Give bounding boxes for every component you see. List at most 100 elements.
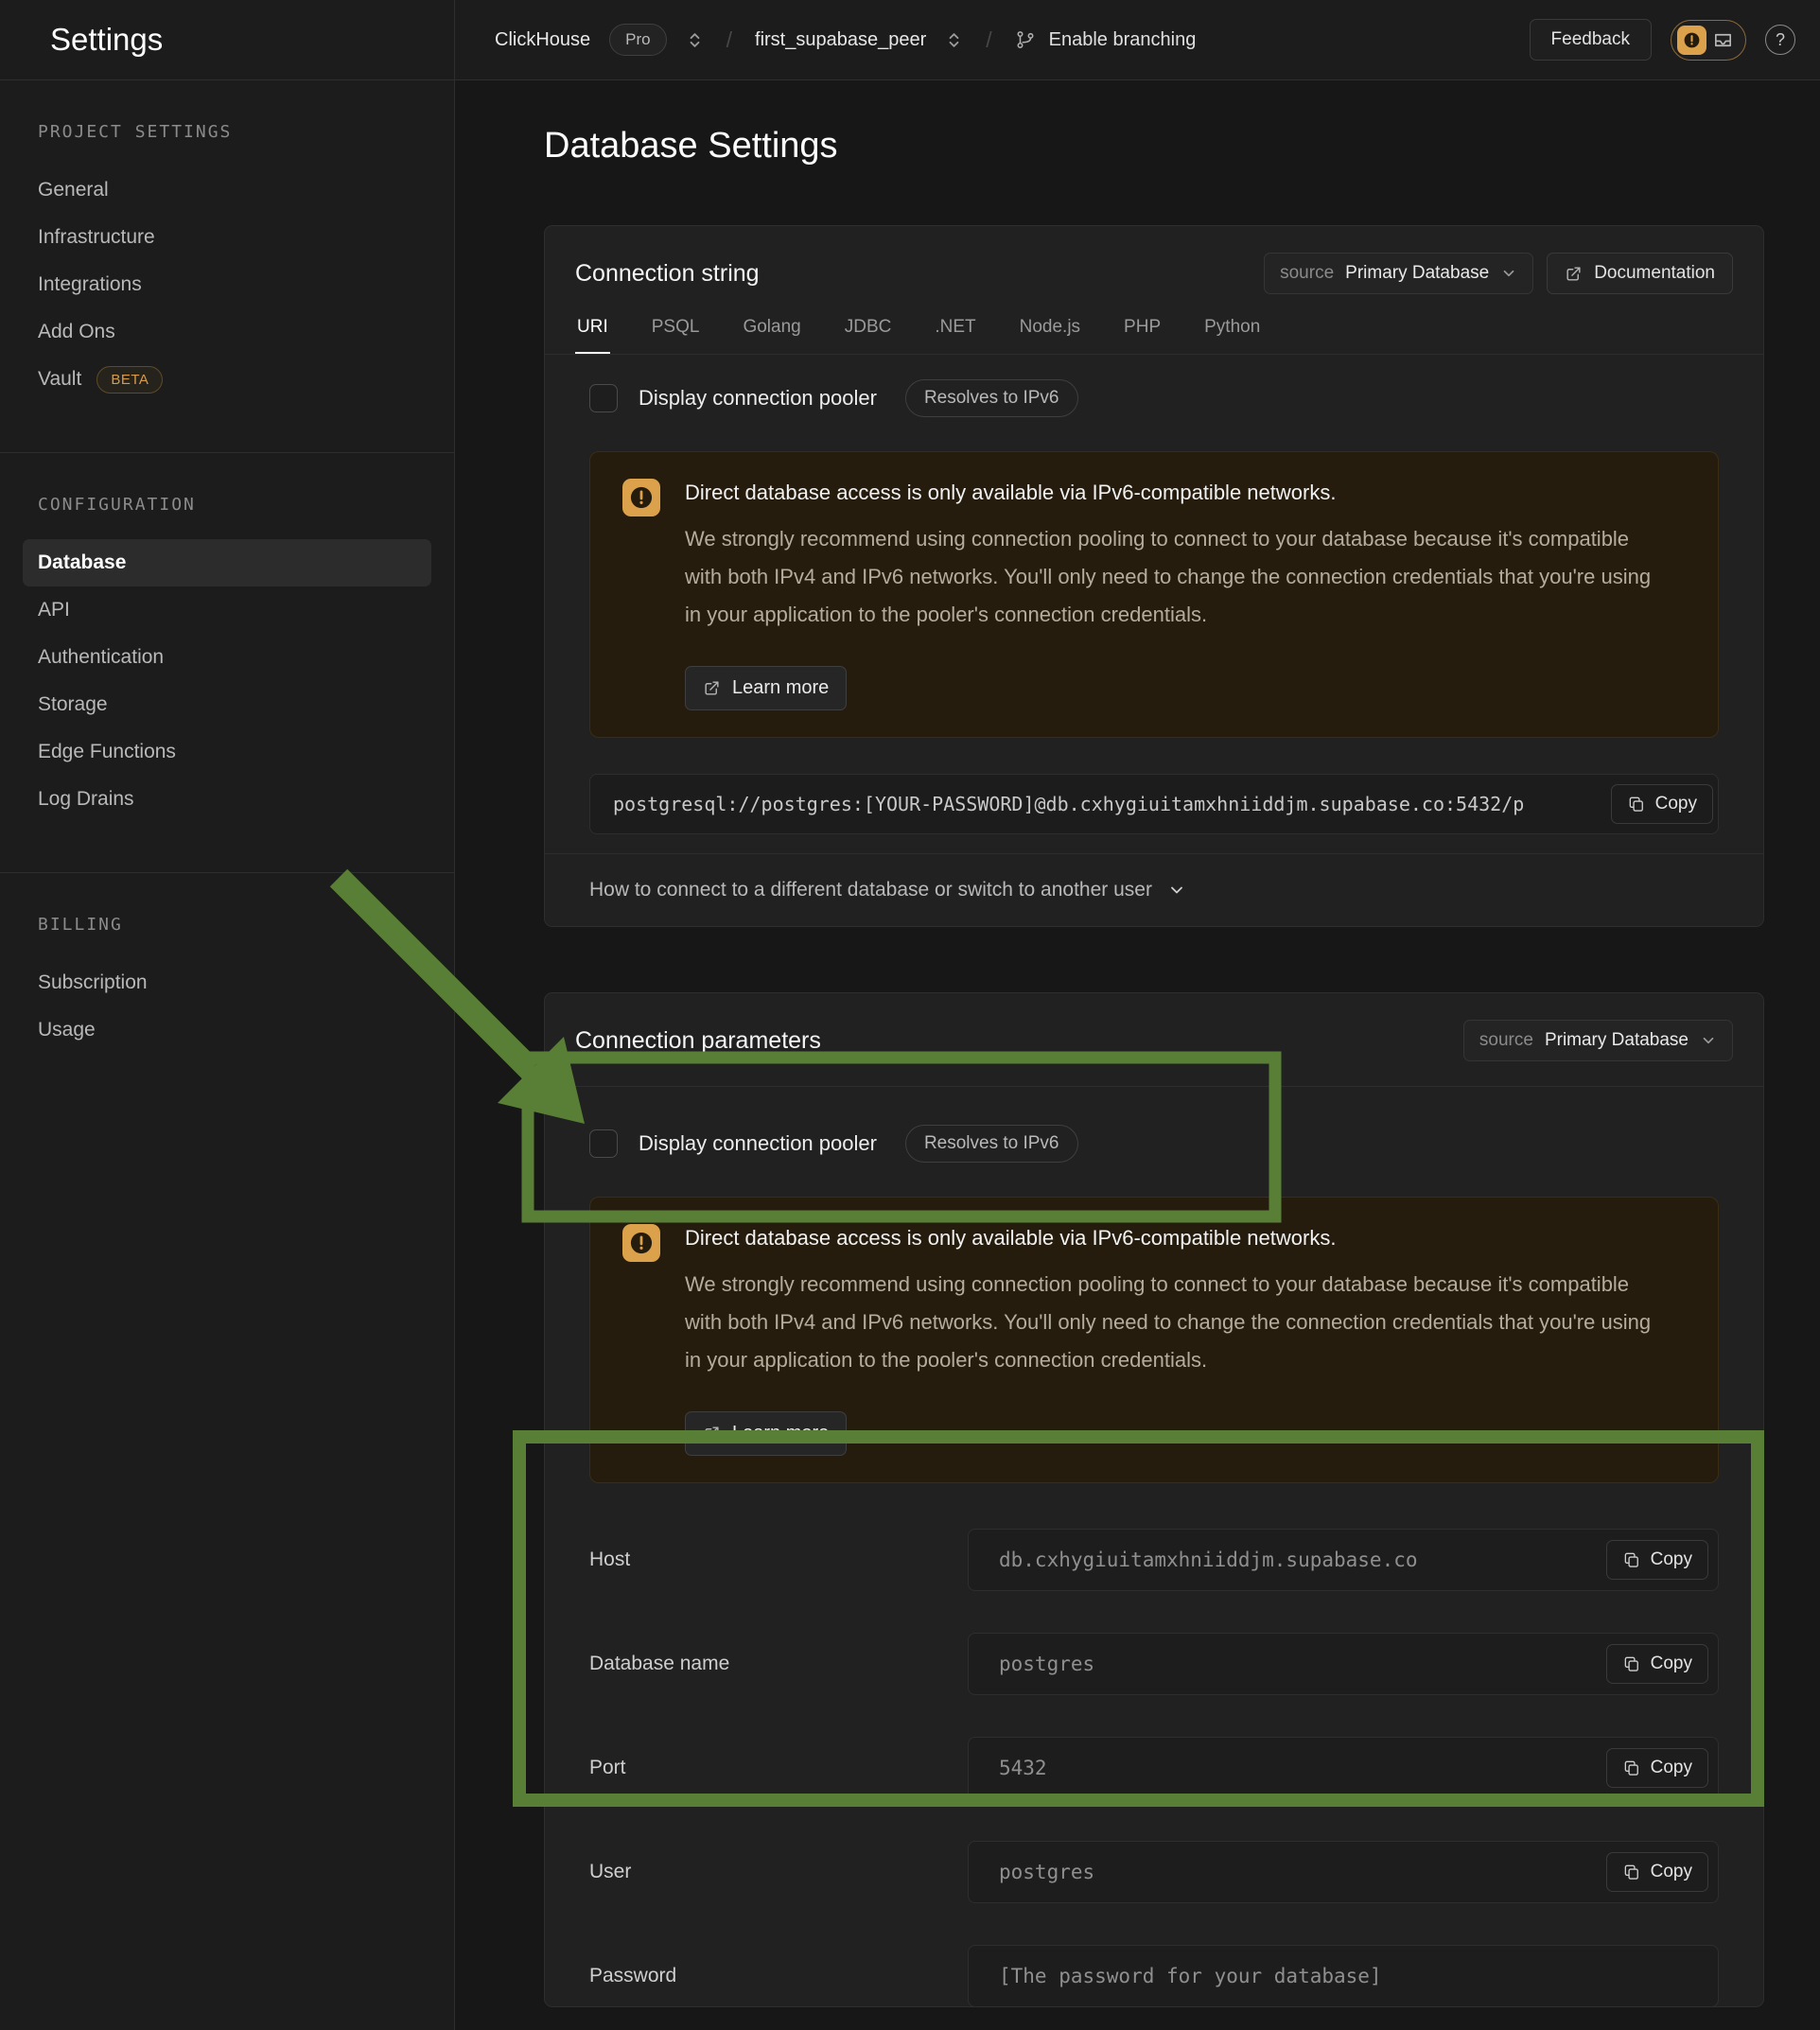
documentation-label: Documentation: [1594, 263, 1715, 284]
sidebar-item-label: Log Drains: [38, 788, 134, 811]
sidebar-item-vault[interactable]: Vault BETA: [23, 356, 431, 403]
page-title: Settings: [50, 22, 163, 58]
warning-content: Direct database access is only available…: [685, 1224, 1669, 1456]
database-settings-title: Database Settings: [544, 126, 1820, 166]
tab-jdbc[interactable]: JDBC: [843, 317, 894, 354]
connection-parameters-header: Connection parameters source Primary Dat…: [545, 993, 1763, 1087]
host-label: Host: [589, 1549, 968, 1571]
card-header-actions: source Primary Database: [1463, 1020, 1733, 1061]
pooler-row: Display connection pooler Resolves to IP…: [589, 379, 1719, 417]
section-heading-configuration: CONFIGURATION: [23, 495, 431, 515]
breadcrumb-project[interactable]: first_supabase_peer: [755, 29, 926, 51]
connection-string-body: Display connection pooler Resolves to IP…: [545, 355, 1763, 834]
tab-php[interactable]: PHP: [1122, 317, 1163, 354]
sidebar-item-label: Subscription: [38, 971, 148, 994]
sidebar-item-subscription[interactable]: Subscription: [23, 959, 431, 1006]
sidebar-item-edge-functions[interactable]: Edge Functions: [23, 728, 431, 776]
warning-body: We strongly recommend using connection p…: [685, 520, 1669, 634]
tab-python[interactable]: Python: [1202, 317, 1262, 354]
tab-psql[interactable]: PSQL: [650, 317, 702, 354]
chevron-down-icon: [1700, 1032, 1717, 1049]
source-select[interactable]: source Primary Database: [1463, 1020, 1733, 1061]
connection-uri-field: postgresql://postgres:[YOUR-PASSWORD]@db…: [589, 774, 1719, 834]
port-row: Port 5432 Copy: [589, 1737, 1719, 1799]
help-button[interactable]: ?: [1765, 25, 1795, 55]
connection-string-card: Connection string source Primary Databas…: [544, 225, 1764, 927]
sidebar-item-label: Vault: [38, 368, 81, 391]
sidebar-item-api[interactable]: API: [23, 586, 431, 634]
copy-host-button[interactable]: Copy: [1606, 1540, 1708, 1580]
tab-golang[interactable]: Golang: [741, 317, 802, 354]
breadcrumb-org[interactable]: ClickHouse: [495, 29, 590, 51]
sidebar-item-label: Authentication: [38, 646, 164, 669]
port-value[interactable]: 5432: [999, 1757, 1606, 1779]
database-name-field: postgres Copy: [968, 1633, 1719, 1695]
display-connection-pooler-checkbox[interactable]: [589, 1129, 618, 1158]
warning-badge-icon: [1677, 26, 1706, 55]
copy-uri-button[interactable]: Copy: [1611, 784, 1713, 824]
connect-help-collapsible[interactable]: How to connect to a different database o…: [545, 853, 1763, 926]
documentation-button[interactable]: Documentation: [1547, 253, 1733, 294]
tab-dotnet[interactable]: .NET: [933, 317, 977, 354]
sidebar-divider: [0, 872, 454, 873]
resolves-to-ipv6-badge: Resolves to IPv6: [905, 379, 1078, 417]
feedback-button[interactable]: Feedback: [1530, 19, 1652, 61]
password-field[interactable]: [The password for your database]: [968, 1945, 1719, 2007]
enable-branching-label: Enable branching: [1049, 29, 1197, 51]
user-label: User: [589, 1861, 968, 1883]
tab-uri[interactable]: URI: [575, 317, 610, 354]
sidebar-item-general[interactable]: General: [23, 166, 431, 214]
section-heading-project-settings: PROJECT SETTINGS: [23, 122, 431, 142]
warning-icon: [622, 479, 660, 516]
sidebar-item-storage[interactable]: Storage: [23, 681, 431, 728]
sidebar-item-label: Edge Functions: [38, 741, 176, 763]
sidebar-header: Settings: [0, 0, 455, 79]
copy-port-button[interactable]: Copy: [1606, 1748, 1708, 1788]
chevron-down-icon: [1167, 881, 1186, 900]
enable-branching-button[interactable]: Enable branching: [1015, 29, 1197, 51]
project-selector-icon[interactable]: [945, 31, 963, 49]
copy-icon: [1622, 1863, 1641, 1881]
password-placeholder: [The password for your database]: [999, 1965, 1708, 1987]
display-connection-pooler-checkbox[interactable]: [589, 384, 618, 412]
notifications-button[interactable]: [1671, 20, 1746, 61]
tab-nodejs[interactable]: Node.js: [1018, 317, 1082, 354]
database-name-value[interactable]: postgres: [999, 1653, 1606, 1675]
database-name-row: Database name postgres Copy: [589, 1633, 1719, 1695]
learn-more-button[interactable]: Learn more: [685, 1411, 847, 1456]
copy-icon: [1622, 1759, 1641, 1777]
connection-uri-value[interactable]: postgresql://postgres:[YOUR-PASSWORD]@db…: [590, 793, 1606, 815]
sidebar-item-label: Database: [38, 551, 126, 574]
sidebar-item-usage[interactable]: Usage: [23, 1006, 431, 1054]
help-icon: ?: [1776, 30, 1785, 50]
user-value[interactable]: postgres: [999, 1861, 1606, 1883]
org-selector-icon[interactable]: [686, 31, 704, 49]
host-value[interactable]: db.cxhygiuitamxhniiddjm.supabase.co: [999, 1549, 1606, 1571]
source-label: source: [1479, 1030, 1533, 1051]
settings-sidebar: PROJECT SETTINGS General Infrastructure …: [0, 80, 455, 2030]
copy-label: Copy: [1651, 1654, 1692, 1674]
warning-icon: [622, 1224, 660, 1262]
connection-string-tabs: URI PSQL Golang JDBC .NET Node.js PHP Py…: [545, 317, 1763, 355]
sidebar-item-authentication[interactable]: Authentication: [23, 634, 431, 681]
user-row: User postgres Copy: [589, 1841, 1719, 1903]
section-heading-billing: BILLING: [23, 915, 431, 935]
sidebar-item-database[interactable]: Database: [23, 539, 431, 586]
copy-label: Copy: [1651, 1862, 1692, 1882]
card-title: Connection string: [575, 260, 760, 288]
sidebar-item-label: Integrations: [38, 273, 142, 296]
sidebar-item-integrations[interactable]: Integrations: [23, 261, 431, 308]
sidebar-item-infrastructure[interactable]: Infrastructure: [23, 214, 431, 261]
copy-user-button[interactable]: Copy: [1606, 1852, 1708, 1892]
pooler-label: Display connection pooler: [639, 1131, 877, 1156]
sidebar-item-log-drains[interactable]: Log Drains: [23, 776, 431, 823]
top-actions: Feedback ?: [1530, 19, 1795, 61]
source-select[interactable]: source Primary Database: [1264, 253, 1533, 294]
connection-parameters-body: Display connection pooler Resolves to IP…: [545, 1087, 1763, 2007]
copy-icon: [1627, 795, 1646, 814]
top-bar: Settings ClickHouse Pro / first_supabase…: [0, 0, 1820, 80]
connection-parameters-card: Connection parameters source Primary Dat…: [544, 992, 1764, 2007]
learn-more-button[interactable]: Learn more: [685, 666, 847, 710]
sidebar-item-add-ons[interactable]: Add Ons: [23, 308, 431, 356]
copy-database-name-button[interactable]: Copy: [1606, 1644, 1708, 1684]
